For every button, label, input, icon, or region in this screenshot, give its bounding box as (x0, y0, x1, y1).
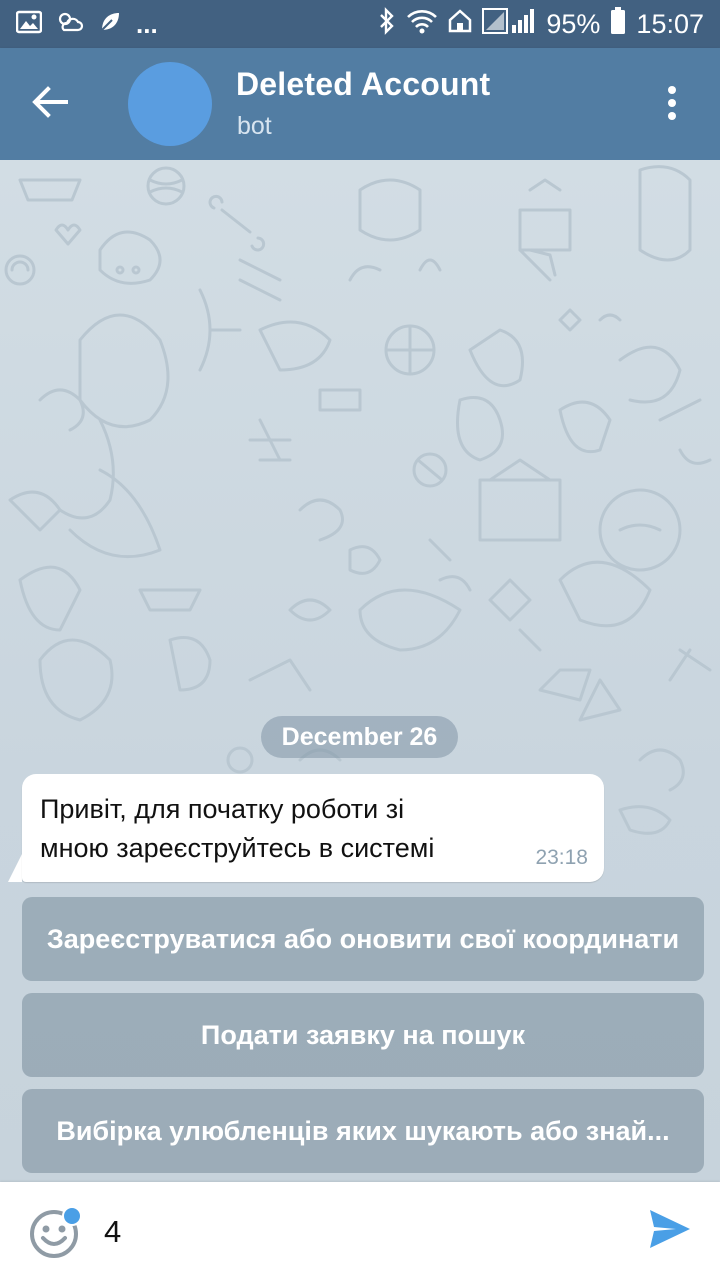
battery-icon (610, 6, 626, 42)
message-bubble[interactable]: Привіт, для початку роботи зі мною зареє… (22, 774, 604, 882)
status-bar: ... 95% 15:07 (0, 0, 720, 48)
wifi-icon (406, 8, 438, 41)
bubble-tail (8, 854, 22, 882)
chat-header: Deleted Account bot (0, 48, 720, 160)
message-time: 23:18 (535, 846, 588, 869)
chat-title[interactable]: Deleted Account (236, 66, 490, 103)
status-bar-right: 95% 15:07 (378, 6, 704, 42)
status-more: ... (136, 8, 158, 39)
bluetooth-icon (378, 6, 396, 42)
chat-area[interactable]: December 26 Привіт, для початку роботи з… (0, 160, 720, 1182)
battery-percent: 95% (546, 8, 601, 39)
status-bar-left: ... (15, 8, 158, 39)
bot-keyboard-button-register[interactable]: Зареєструватися або оновити свої координ… (22, 897, 704, 981)
weather-icon (56, 10, 84, 39)
gallery-icon (15, 10, 43, 39)
back-button[interactable] (30, 84, 80, 124)
notification-dot (62, 1206, 82, 1226)
message-text: Привіт, для початку роботи зі мною зареє… (40, 790, 584, 868)
more-menu-button[interactable] (660, 86, 684, 124)
chat-subtitle: bot (237, 112, 272, 140)
message-line: Привіт, для початку роботи зі (40, 794, 405, 824)
signal-icon (482, 7, 536, 42)
message-input[interactable] (104, 1210, 624, 1254)
more-vertical-icon (660, 86, 684, 120)
bot-keyboard-button-search-request[interactable]: Подати заявку на пошук (22, 993, 704, 1077)
arrow-left-icon (32, 86, 68, 118)
leaf-icon (98, 10, 122, 39)
clock: 15:07 (636, 8, 704, 39)
bot-keyboard-button-pets-list[interactable]: Вибірка улюбленців яких шукають або знай… (22, 1089, 704, 1173)
message-line: мною зареєструйтесь в системі (40, 833, 435, 863)
send-icon (650, 1210, 690, 1248)
home-icon (448, 8, 472, 41)
message-input-bar (0, 1182, 720, 1280)
avatar[interactable] (128, 62, 212, 146)
date-separator: December 26 (261, 716, 458, 758)
send-button[interactable] (648, 1208, 696, 1252)
